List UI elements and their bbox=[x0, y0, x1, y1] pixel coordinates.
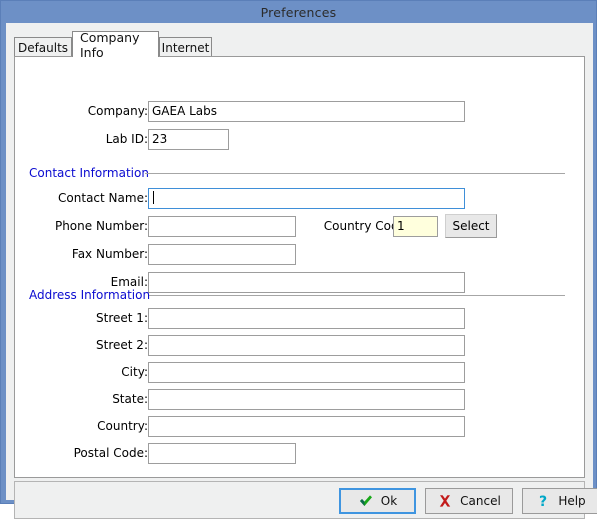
lab-id-input[interactable]: 23 bbox=[148, 129, 229, 150]
state-label: State: bbox=[112, 392, 148, 406]
help-button-label: Help bbox=[558, 494, 586, 508]
postal-code-label: Postal Code: bbox=[73, 446, 148, 460]
text-caret bbox=[153, 191, 154, 204]
field-row-street1: Street 1: bbox=[15, 308, 148, 329]
section-address-rule bbox=[149, 295, 565, 296]
tab-internet-label: Internet bbox=[161, 40, 210, 55]
field-row-phone-number: Phone Number: bbox=[15, 216, 148, 237]
tab-defaults-label: Defaults bbox=[17, 40, 69, 55]
country-input[interactable] bbox=[148, 416, 465, 437]
green-check-icon bbox=[358, 493, 374, 509]
country-code-input[interactable]: 1 bbox=[393, 216, 438, 237]
preferences-dialog: Preferences Defaults Company Info Intern… bbox=[0, 0, 597, 519]
section-address-label: Address Information bbox=[29, 288, 151, 302]
dialog-button-bar: Ok Cancel ? Help bbox=[14, 481, 597, 519]
postal-code-input[interactable] bbox=[148, 443, 296, 464]
company-info-panel: Company: GAEA Labs Lab ID: 23 Contact In… bbox=[14, 56, 585, 478]
street1-label: Street 1: bbox=[96, 311, 148, 325]
section-address-information: Address Information bbox=[29, 287, 572, 303]
tab-defaults[interactable]: Defaults bbox=[14, 37, 72, 57]
state-input[interactable] bbox=[148, 389, 465, 410]
field-row-fax-number: Fax Number: bbox=[15, 244, 148, 265]
field-row-postal-code: Postal Code: bbox=[15, 443, 148, 464]
field-row-street2: Street 2: bbox=[15, 335, 148, 356]
company-info-form: Company: GAEA Labs Lab ID: 23 Contact In… bbox=[15, 57, 584, 477]
street2-input[interactable] bbox=[148, 335, 465, 356]
tab-internet[interactable]: Internet bbox=[159, 37, 212, 57]
fax-number-input[interactable] bbox=[148, 244, 296, 265]
company-input[interactable]: GAEA Labs bbox=[148, 101, 465, 122]
window-title: Preferences bbox=[260, 4, 337, 20]
field-row-lab-id: Lab ID: bbox=[15, 129, 148, 150]
contact-name-input[interactable] bbox=[148, 188, 465, 209]
cancel-button[interactable]: Cancel bbox=[425, 488, 513, 514]
field-row-country: Country: bbox=[15, 416, 148, 437]
section-contact-information: Contact Information bbox=[29, 165, 572, 181]
svg-text:?: ? bbox=[539, 494, 547, 509]
red-x-icon bbox=[437, 493, 453, 509]
cancel-button-label: Cancel bbox=[460, 494, 501, 508]
field-row-state: State: bbox=[15, 389, 148, 410]
tab-company-info[interactable]: Company Info bbox=[72, 29, 159, 60]
section-contact-label: Contact Information bbox=[29, 166, 149, 180]
field-row-contact-name: Contact Name: bbox=[15, 188, 148, 209]
titlebar: Preferences bbox=[1, 1, 596, 23]
select-button-label: Select bbox=[452, 219, 490, 233]
ok-button[interactable]: Ok bbox=[339, 488, 416, 514]
street2-label: Street 2: bbox=[96, 338, 148, 352]
fax-number-label: Fax Number: bbox=[71, 247, 148, 261]
company-label: Company: bbox=[87, 104, 148, 118]
select-button[interactable]: Select bbox=[445, 214, 497, 238]
help-button[interactable]: ? Help bbox=[522, 488, 597, 514]
country-code-label: Country Code: bbox=[323, 219, 410, 233]
dialog-client-area: Defaults Company Info Internet Company: … bbox=[6, 23, 597, 519]
lab-id-label: Lab ID: bbox=[105, 132, 148, 146]
field-row-country-code: Country Code: bbox=[182, 216, 410, 237]
city-input[interactable] bbox=[148, 362, 465, 383]
tabstrip: Defaults Company Info Internet bbox=[14, 29, 585, 60]
field-row-company: Company: bbox=[15, 101, 148, 122]
field-row-city: City: bbox=[15, 362, 148, 383]
contact-name-label: Contact Name: bbox=[58, 191, 148, 205]
street1-input[interactable] bbox=[148, 308, 465, 329]
question-mark-icon: ? bbox=[535, 493, 551, 510]
country-label: Country: bbox=[97, 419, 148, 433]
tab-company-info-label: Company Info bbox=[80, 29, 140, 60]
section-contact-rule bbox=[145, 173, 565, 174]
city-label: City: bbox=[121, 365, 148, 379]
ok-button-label: Ok bbox=[380, 494, 398, 508]
phone-number-label: Phone Number: bbox=[54, 219, 148, 233]
